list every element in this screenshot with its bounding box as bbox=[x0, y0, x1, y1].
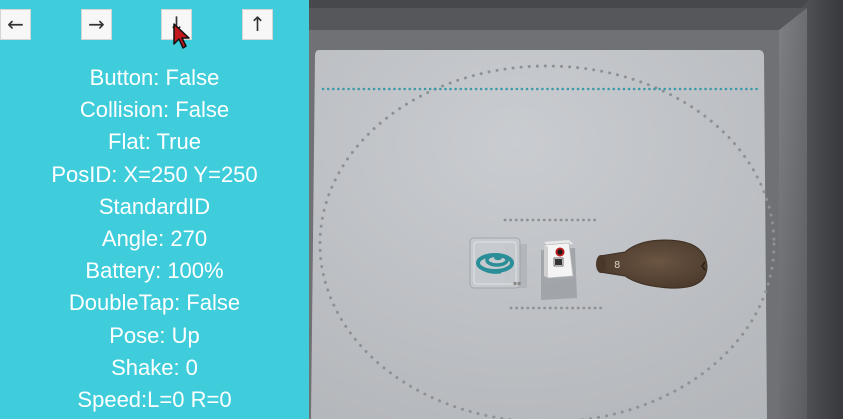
left-arrow-button[interactable]: ← bbox=[0, 9, 31, 40]
double-tap-status: DoubleTap: False bbox=[68, 290, 241, 316]
scene-canvas[interactable]: ▪▪ 8 bbox=[309, 0, 843, 419]
up-arrow-button[interactable]: ↑ bbox=[242, 9, 273, 40]
status-list: Button: False Collision: False Flat: Tru… bbox=[0, 62, 309, 416]
standard-id-status: StandardID bbox=[98, 193, 211, 219]
transparent-card[interactable]: ▪▪ bbox=[469, 237, 521, 289]
arrow-toolbar: ← → ↓ ↑ bbox=[0, 0, 309, 44]
flat-status: Flat: True bbox=[108, 129, 201, 155]
right-arrow-button[interactable]: → bbox=[81, 9, 112, 40]
frame-rim bbox=[779, 8, 807, 419]
svg-text:▪▪: ▪▪ bbox=[513, 280, 521, 287]
collision-status: Collision: False bbox=[79, 97, 230, 123]
play-mat bbox=[311, 50, 767, 419]
simulation-view[interactable]: ▪▪ 8 bbox=[309, 0, 843, 419]
status-panel: ← → ↓ ↑ Button: False Collision: False F… bbox=[0, 0, 309, 419]
angle-status: Angle: 270 bbox=[101, 225, 208, 251]
bulb-mark-icon: 8 bbox=[614, 260, 620, 271]
button-status: Button: False bbox=[89, 65, 220, 90]
battery-status: Battery: 100% bbox=[85, 258, 224, 284]
position-id-status: PosID: X=250 Y=250 bbox=[51, 161, 258, 187]
cube-robot[interactable] bbox=[543, 240, 574, 279]
pose-status: Pose: Up bbox=[109, 322, 200, 348]
shake-status: Shake: 0 bbox=[111, 354, 198, 380]
speed-status: Speed:L=0 R=0 bbox=[77, 386, 232, 412]
